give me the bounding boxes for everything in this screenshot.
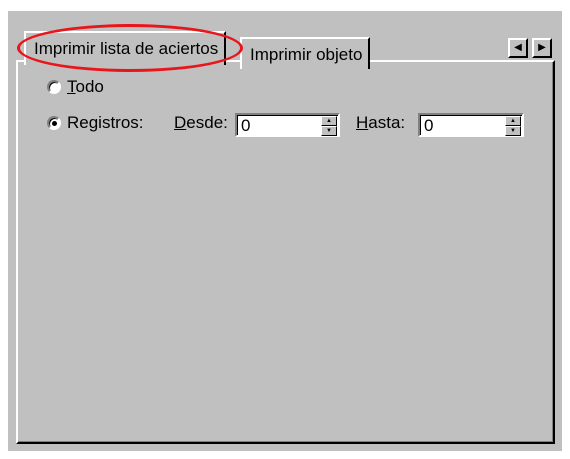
tab-scroll-left-button[interactable]: ◀ (508, 38, 528, 58)
tab-imprimir-objeto[interactable]: Imprimir objeto (240, 37, 371, 69)
hasta-label: Hasta: (356, 113, 406, 132)
arrow-left-icon: ◀ (514, 42, 522, 53)
radio-selected-dot (51, 120, 57, 126)
hasta-down-button[interactable]: ▼ (505, 126, 521, 136)
radio-registros[interactable]: Registros: (47, 113, 144, 133)
tab-scroll-right-button[interactable]: ▶ (532, 38, 552, 58)
radio-todo-label: Todo (67, 77, 104, 96)
desde-up-button[interactable]: ▲ (321, 116, 337, 126)
radio-registros-label: Registros: (67, 113, 144, 132)
radio-todo-button[interactable] (47, 80, 61, 94)
desde-spinner-buttons: ▲ ▼ (321, 116, 337, 136)
tab-imprimir-objeto-label: Imprimir objeto (250, 45, 363, 64)
radio-registros-button[interactable] (47, 116, 61, 130)
radio-todo[interactable]: Todo (47, 77, 104, 97)
hasta-spinner[interactable]: 0 ▲ ▼ (418, 113, 524, 137)
desde-label: Desde: (174, 113, 228, 132)
desde-value[interactable]: 0 (241, 116, 250, 136)
tab-imprimir-lista-label: Imprimir lista de aciertos (34, 39, 219, 58)
desde-down-button[interactable]: ▼ (321, 126, 337, 136)
tab-imprimir-lista[interactable]: Imprimir lista de aciertos (24, 31, 227, 65)
hasta-spinner-buttons: ▲ ▼ (505, 116, 521, 136)
arrow-right-icon: ▶ (538, 42, 546, 53)
hasta-value[interactable]: 0 (424, 116, 433, 136)
desde-spinner[interactable]: 0 ▲ ▼ (235, 113, 340, 137)
hasta-up-button[interactable]: ▲ (505, 116, 521, 126)
